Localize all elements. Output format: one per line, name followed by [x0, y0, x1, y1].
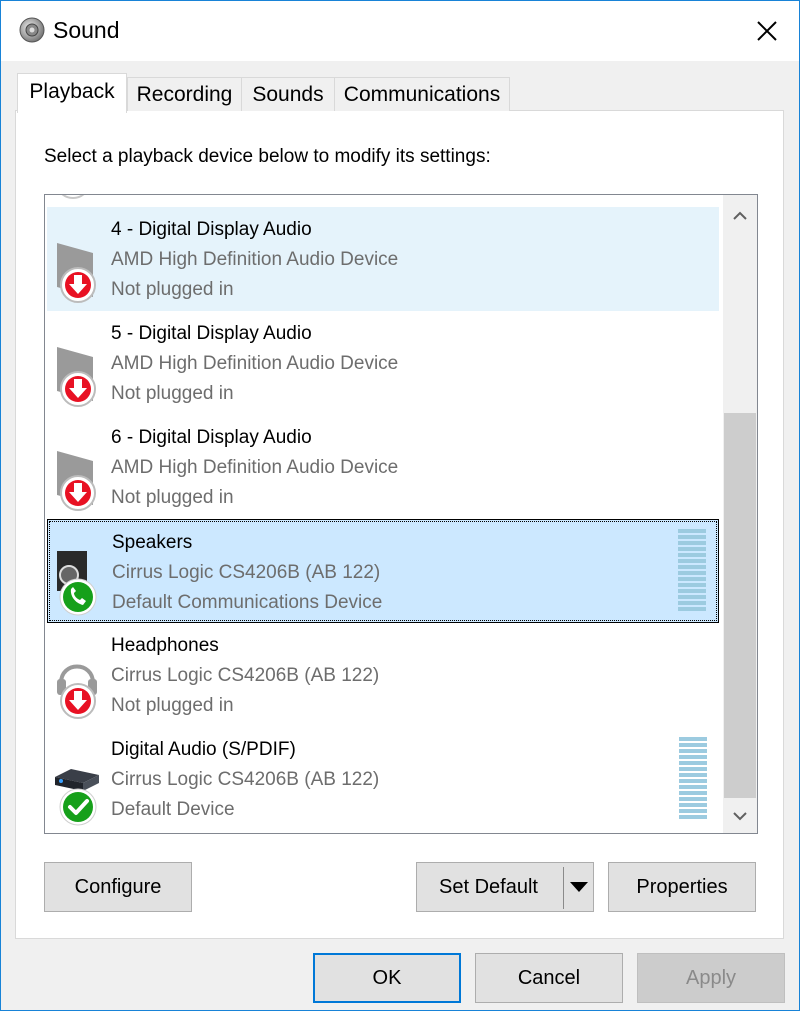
cancel-button[interactable]: Cancel: [475, 953, 623, 1003]
device-status: Not plugged in: [111, 487, 234, 508]
tab-playback[interactable]: Playback: [17, 73, 127, 113]
digital-audio-default-icon: [55, 769, 99, 826]
device-status: Default Communications Device: [112, 592, 383, 613]
list-scrollbar[interactable]: [723, 195, 757, 833]
partial-device-icon: [53, 195, 93, 201]
speaker-icon: [19, 17, 45, 43]
device-item[interactable]: Digital Audio (S/PDIF) Cirrus Logic CS42…: [47, 727, 719, 831]
device-item[interactable]: 4 - Digital Display Audio AMD High Defin…: [47, 207, 719, 311]
dropdown-arrow-icon[interactable]: [569, 881, 589, 893]
tab-recording[interactable]: Recording: [127, 77, 242, 111]
device-driver: Cirrus Logic CS4206B (AB 122): [111, 769, 380, 790]
window-title: Sound: [53, 17, 120, 43]
tab-label: Recording: [136, 83, 233, 106]
device-item[interactable]: Headphones Cirrus Logic CS4206B (AB 122)…: [47, 623, 719, 727]
apply-button[interactable]: Apply: [637, 953, 785, 1003]
tab-label: Playback: [29, 80, 115, 103]
scroll-thumb[interactable]: [724, 413, 756, 798]
device-name: Speakers: [112, 532, 193, 553]
device-status: Not plugged in: [111, 695, 234, 716]
split-separator: [563, 867, 564, 909]
speaker-phone-icon: [57, 551, 97, 616]
device-driver: AMD High Definition Audio Device: [111, 249, 399, 270]
tab-communications[interactable]: Communications: [334, 77, 510, 111]
device-name: Headphones: [111, 635, 219, 656]
title-bar: Sound: [1, 1, 799, 61]
tab-label: Sounds: [252, 83, 324, 106]
configure-button[interactable]: Configure: [44, 862, 192, 912]
set-default-label: Set Default: [439, 875, 538, 898]
playback-device-list[interactable]: 4 - Digital Display Audio AMD High Defin…: [44, 194, 758, 834]
device-name: 4 - Digital Display Audio: [111, 219, 312, 240]
tab-label: Communications: [343, 83, 501, 106]
device-status: Default Device: [111, 799, 235, 820]
device-name: Digital Audio (S/PDIF): [111, 739, 296, 760]
device-status: Not plugged in: [111, 383, 234, 404]
sound-dialog: Sound Playback Recording Sounds Communic…: [0, 0, 800, 1011]
device-name: 6 - Digital Display Audio: [111, 427, 312, 448]
set-default-button[interactable]: Set Default: [416, 862, 594, 912]
volume-meter: [678, 529, 706, 611]
chevron-down-icon: [733, 812, 747, 821]
close-icon: [757, 21, 777, 41]
scroll-up-button[interactable]: [723, 199, 757, 233]
device-item[interactable]: 6 - Digital Display Audio AMD High Defin…: [47, 415, 719, 519]
headphones-unplugged-icon: [57, 664, 97, 719]
monitor-unplugged-icon: [57, 451, 96, 511]
monitor-unplugged-icon: [57, 347, 96, 407]
chevron-up-icon: [733, 211, 747, 220]
device-item-selected[interactable]: Speakers Cirrus Logic CS4206B (AB 122) D…: [47, 519, 719, 623]
volume-meter: [679, 737, 707, 819]
close-button[interactable]: [747, 11, 787, 51]
device-driver: AMD High Definition Audio Device: [111, 457, 399, 478]
device-item[interactable]: 5 - Digital Display Audio AMD High Defin…: [47, 311, 719, 415]
device-driver: Cirrus Logic CS4206B (AB 122): [111, 665, 380, 686]
device-driver: AMD High Definition Audio Device: [111, 353, 399, 374]
monitor-unplugged-icon: [57, 243, 96, 303]
instruction-text: Select a playback device below to modify…: [44, 146, 491, 167]
ok-button[interactable]: OK: [313, 953, 461, 1003]
device-status: Not plugged in: [111, 279, 234, 300]
scroll-down-button[interactable]: [723, 799, 757, 833]
tab-sounds[interactable]: Sounds: [241, 77, 335, 111]
device-name: 5 - Digital Display Audio: [111, 323, 312, 344]
device-driver: Cirrus Logic CS4206B (AB 122): [112, 562, 381, 583]
properties-button[interactable]: Properties: [608, 862, 756, 912]
